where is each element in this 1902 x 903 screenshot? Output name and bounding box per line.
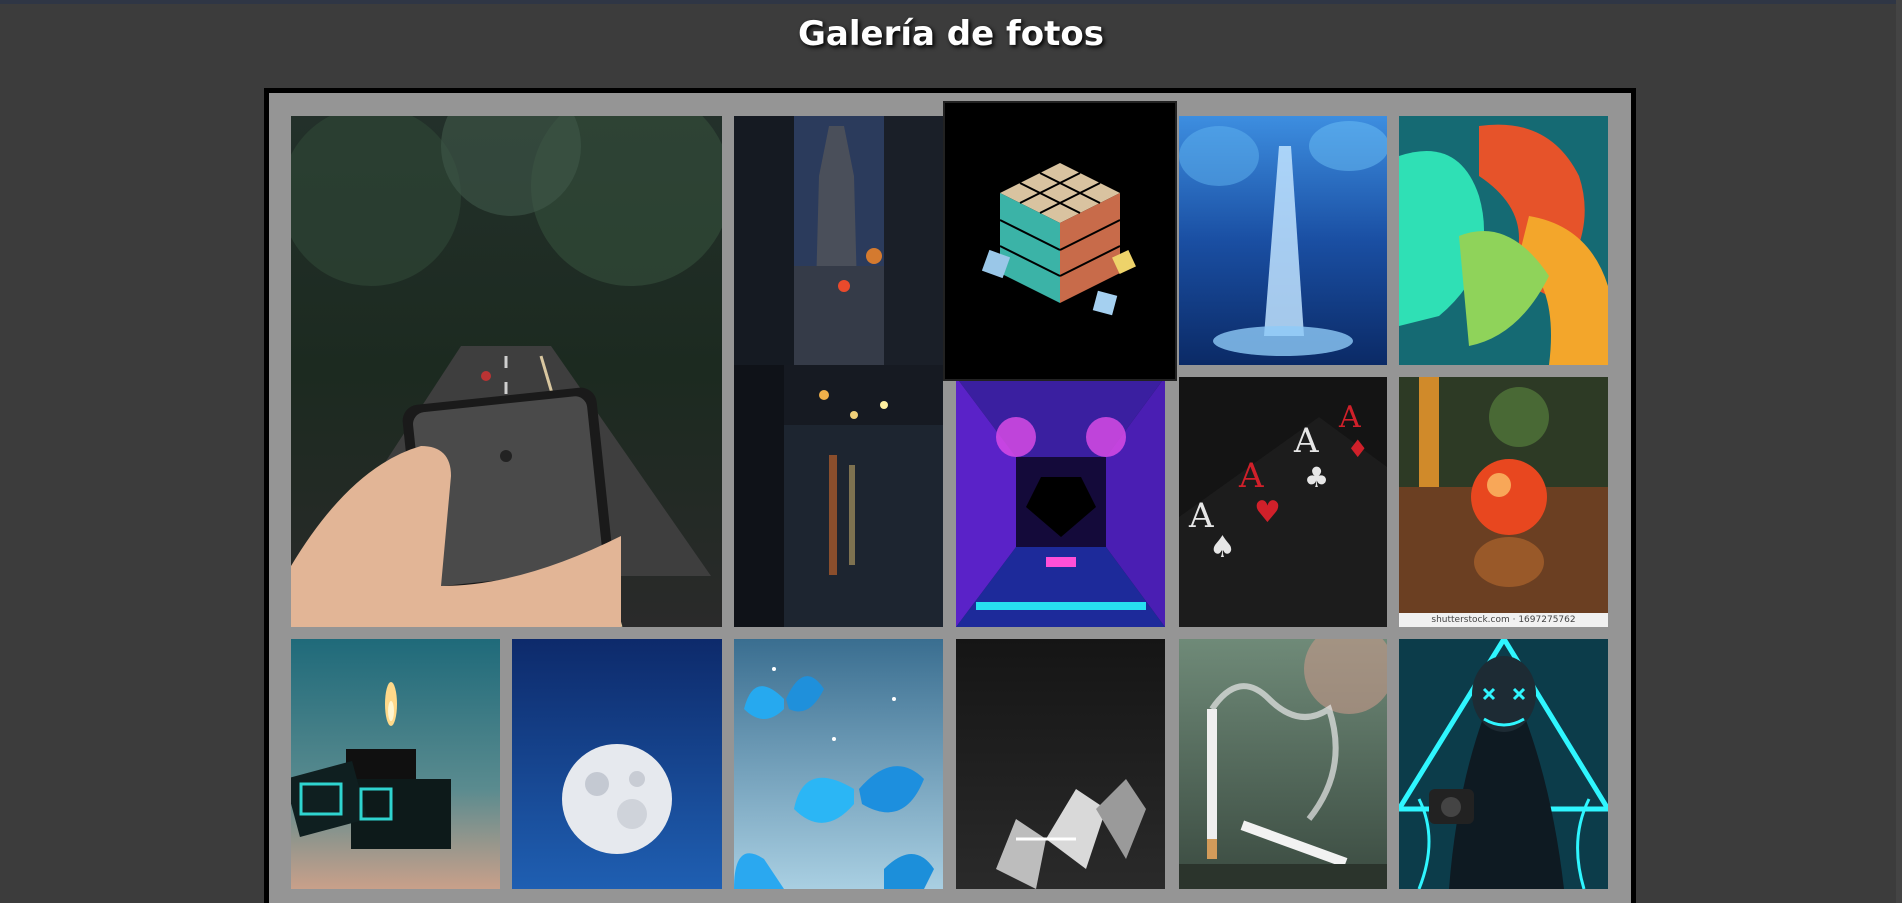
svg-text:♣: ♣ — [1304, 461, 1329, 494]
city-rain-photo-bottom[interactable] — [734, 365, 943, 627]
top-accent-line — [0, 0, 1902, 4]
metal-letters-photo[interactable] — [956, 639, 1165, 889]
road-phone-photo[interactable] — [291, 116, 722, 627]
svg-text:A: A — [1238, 456, 1264, 496]
svg-text:A: A — [1293, 421, 1319, 461]
city-rain-photo[interactable] — [734, 116, 943, 365]
gallery-grid: A A A A ♠ ♥ ♣ ♦ shutterstock.com · 16972… — [269, 93, 1631, 903]
neon-tunnel-photo[interactable] — [956, 377, 1165, 627]
photo-gallery: A A A A ♠ ♥ ♣ ♦ shutterstock.com · 16972… — [264, 88, 1636, 903]
color-ribbons-photo[interactable] — [1399, 116, 1608, 365]
moon-photo[interactable] — [512, 639, 722, 889]
lighter-photo[interactable] — [291, 639, 500, 889]
photo-watermark-caption: shutterstock.com · 1697275762 — [1399, 613, 1608, 627]
aces-cards-photo[interactable]: A A A A ♠ ♥ ♣ ♦ — [1179, 377, 1387, 627]
svg-text:A: A — [1338, 400, 1361, 435]
page-title: Galería de fotos — [798, 14, 1104, 54]
marble-photo[interactable]: shutterstock.com · 1697275762 — [1399, 377, 1608, 627]
cigarette-photo[interactable] — [1179, 639, 1387, 889]
svg-text:♦: ♦ — [1347, 435, 1369, 463]
rubiks-cube-photo[interactable] — [945, 103, 1175, 379]
water-fountain-photo[interactable] — [1179, 116, 1387, 365]
scrollbar[interactable] — [1896, 0, 1902, 903]
butterflies-photo[interactable] — [734, 639, 943, 889]
neon-mask-photo[interactable] — [1399, 639, 1608, 889]
svg-text:♠: ♠ — [1209, 530, 1236, 565]
svg-text:♥: ♥ — [1254, 495, 1281, 530]
